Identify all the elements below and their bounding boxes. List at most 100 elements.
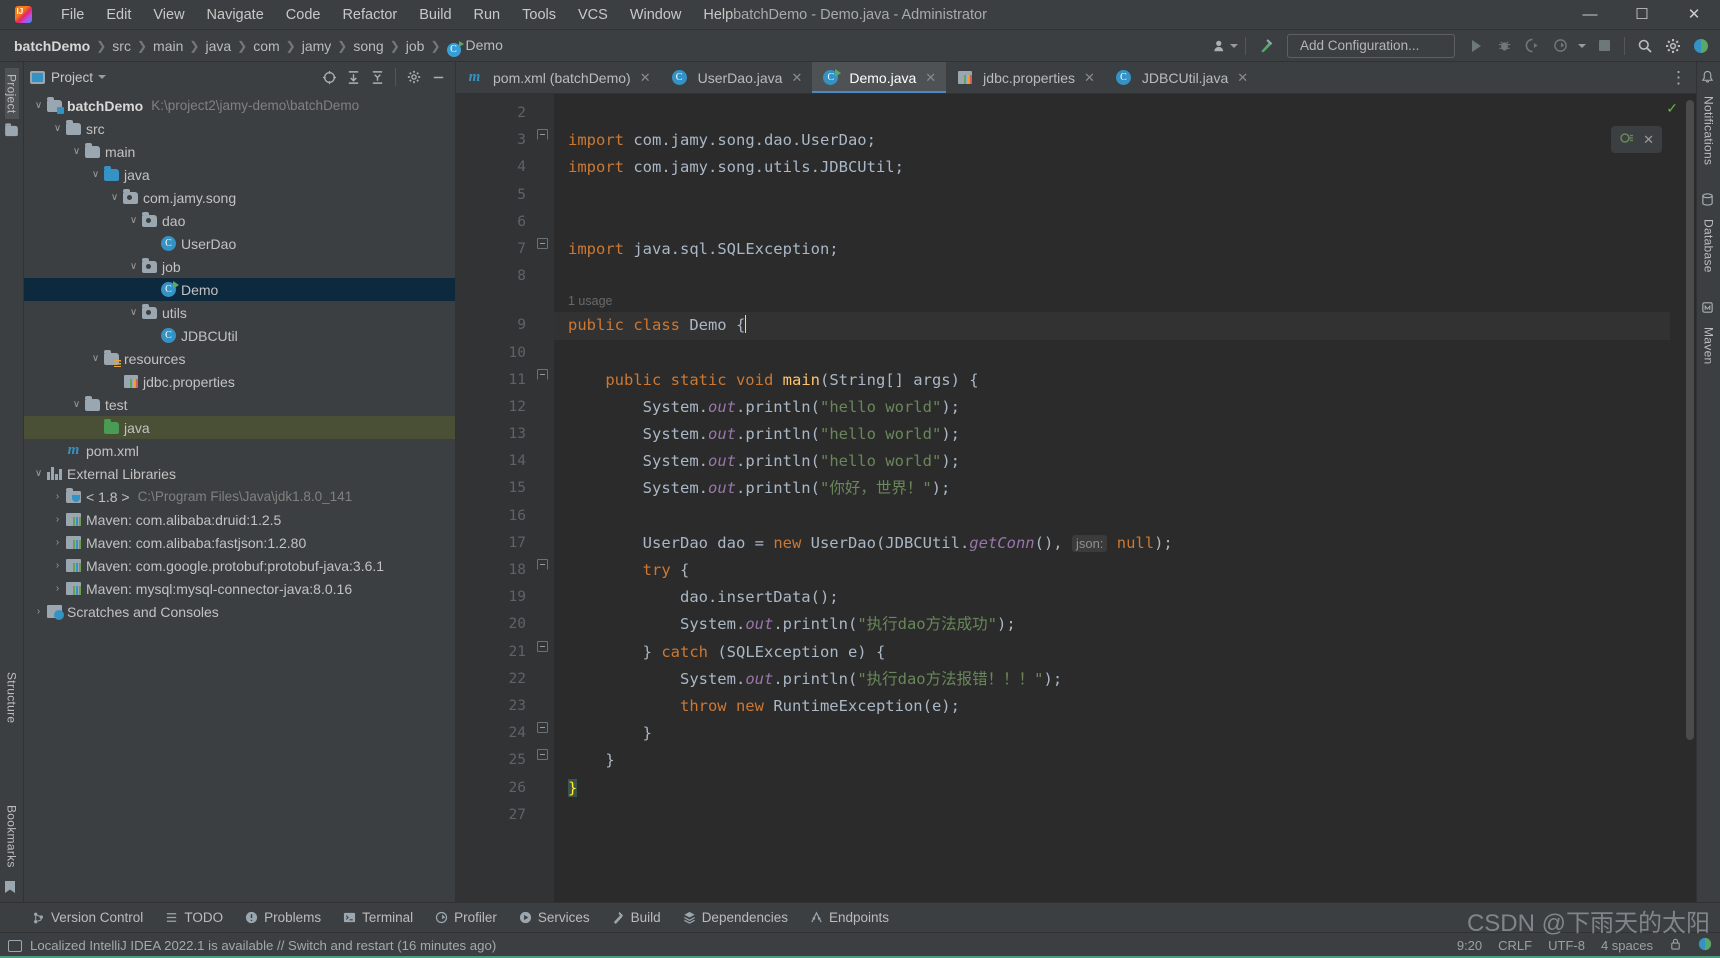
code-line[interactable]: dao.insertData(); (554, 584, 1670, 611)
breadcrumb-item-com[interactable]: com (249, 36, 283, 56)
fold-collapsed-icon[interactable] (537, 722, 548, 734)
scrollbar-thumb[interactable] (1686, 100, 1694, 740)
chevron-right-icon[interactable]: › (51, 537, 64, 548)
inspections-widget[interactable]: ✕ (1611, 126, 1662, 153)
breadcrumb-item-demo[interactable]: C Demo (443, 35, 507, 57)
code-line[interactable] (554, 100, 1670, 127)
menu-item-run[interactable]: Run (463, 4, 512, 26)
menu-item-edit[interactable]: Edit (95, 4, 142, 26)
chevron-down-icon[interactable]: ∨ (108, 192, 121, 203)
code-line[interactable]: UserDao dao = new UserDao(JDBCUtil.getCo… (554, 530, 1670, 557)
tool-window-button-terminal[interactable]: Terminal (333, 907, 423, 928)
fold-collapsed-icon[interactable] (537, 749, 548, 761)
editor-tab-jdbc.properties[interactable]: jdbc.properties ✕ (946, 62, 1105, 93)
expand-all-icon[interactable] (342, 66, 364, 88)
fold-expanded-icon[interactable] (537, 368, 548, 380)
code-text-area[interactable]: import com.jamy.song.dao.UserDao; import … (554, 94, 1670, 902)
code-line[interactable]: System.out.println("执行dao方法报错！！！"); (554, 666, 1670, 693)
chevron-down-icon[interactable] (93, 66, 111, 88)
code-line[interactable]: throw new RuntimeException(e); (554, 693, 1670, 720)
tree-item-com.jamy.song[interactable]: ∨ com.jamy.song (24, 186, 455, 209)
code-line[interactable]: System.out.println("你好，世界！"); (554, 475, 1670, 502)
chevron-down-icon[interactable]: ∨ (89, 169, 102, 180)
menu-item-view[interactable]: View (142, 4, 195, 26)
tree-item-job[interactable]: ∨ job (24, 255, 455, 278)
minimize-button[interactable]: — (1564, 0, 1616, 30)
tree-item-resources[interactable]: ∨ resources (24, 347, 455, 370)
notifications-bell-icon[interactable] (1701, 70, 1717, 84)
code-line[interactable]: System.out.println("hello world"); (554, 421, 1670, 448)
line-separator[interactable]: CRLF (1498, 938, 1532, 953)
tree-item-scratches-and-consoles[interactable]: › Scratches and Consoles (24, 600, 455, 623)
menu-item-help[interactable]: Help (692, 4, 744, 26)
profiler-icon[interactable] (1547, 33, 1573, 59)
stop-icon[interactable] (1591, 33, 1617, 59)
sidebar-item-project[interactable]: Project (4, 68, 19, 120)
code-line[interactable]: System.out.println("hello world"); (554, 448, 1670, 475)
editor-tab-demo.java[interactable]: C Demo.java ✕ (812, 62, 947, 93)
close-icon[interactable]: ✕ (925, 70, 936, 86)
code-line[interactable]: try { (554, 557, 1670, 584)
breadcrumb-item-main[interactable]: main (149, 36, 187, 56)
menu-item-refactor[interactable]: Refactor (331, 4, 408, 26)
status-message[interactable]: Localized IntelliJ IDEA 2022.1 is availa… (30, 938, 496, 953)
fold-expanded-icon[interactable] (537, 129, 548, 141)
code-line[interactable]: System.out.println("hello world"); (554, 394, 1670, 421)
ide-assistant-icon[interactable] (1698, 937, 1712, 954)
chevron-right-icon[interactable]: › (51, 583, 64, 594)
tree-item-utils[interactable]: ∨ utils (24, 301, 455, 324)
sidebar-item-maven[interactable]: Maven (1702, 321, 1716, 371)
lock-icon[interactable] (1669, 937, 1682, 954)
user-account-icon[interactable] (1212, 33, 1238, 59)
code-line[interactable] (554, 340, 1670, 367)
code-line[interactable]: import com.jamy.song.utils.JDBCUtil; (554, 154, 1670, 181)
tree-item-maven-mysql-mysql-connector-java-8.0.16[interactable]: › Maven: mysql:mysql-connector-java:8.0.1… (24, 577, 455, 600)
tree-item-batchdemo[interactable]: ∨ batchDemo K:\project2\jamy-demo\batchDem… (24, 94, 455, 117)
code-line[interactable]: } catch (SQLException e) { (554, 639, 1670, 666)
chevron-down-icon[interactable]: ∨ (51, 123, 64, 134)
chevron-down-icon[interactable]: ∨ (127, 215, 140, 226)
tree-item-maven-com.google.protobuf-protobuf-java-3.6.1[interactable]: › Maven: com.google.protobuf:protobuf-jav… (24, 554, 455, 577)
tool-window-button-services[interactable]: Services (509, 907, 600, 928)
breadcrumb-item-job[interactable]: job (402, 36, 429, 56)
tool-window-button-endpoints[interactable]: Endpoints (800, 907, 899, 928)
error-marker-bar[interactable]: ✓ (1666, 94, 1684, 902)
close-button[interactable]: ✕ (1668, 0, 1720, 30)
tree-item-jdbcutil[interactable]: C JDBCUtil (24, 324, 455, 347)
settings-gear-icon[interactable] (403, 66, 425, 88)
tree-item-external-libraries[interactable]: ∨ External Libraries (24, 462, 455, 485)
select-opened-file-icon[interactable] (318, 66, 340, 88)
hide-panel-icon[interactable] (427, 66, 449, 88)
fold-collapsed-icon[interactable] (537, 640, 548, 652)
inspection-status-icon[interactable]: ✓ (1666, 100, 1678, 117)
sidebar-item-database[interactable]: Database (1702, 213, 1716, 279)
chevron-right-icon[interactable]: › (51, 560, 64, 571)
sidebar-item-bookmarks[interactable]: Bookmarks (5, 799, 19, 874)
usage-inlay-hint[interactable]: 1 usage (554, 290, 1670, 312)
editor-tab-pom.xml-batchdemo-[interactable]: m pom.xml (batchDemo) ✕ (456, 62, 661, 93)
fold-collapsed-icon[interactable] (537, 237, 548, 249)
menu-item-code[interactable]: Code (275, 4, 332, 26)
maximize-button[interactable]: ☐ (1616, 0, 1668, 30)
close-icon[interactable]: ✕ (1643, 132, 1654, 148)
tree-item-test[interactable]: ∨ test (24, 393, 455, 416)
code-line[interactable]: import java.sql.SQLException; (554, 236, 1670, 263)
tool-window-button-problems[interactable]: Problems (235, 907, 331, 928)
tree-item-maven-com.alibaba-druid-1.2.5[interactable]: › Maven: com.alibaba:druid:1.2.5 (24, 508, 455, 531)
code-line[interactable]: System.out.println("执行dao方法成功"); (554, 611, 1670, 638)
menu-item-navigate[interactable]: Navigate (196, 4, 275, 26)
menu-item-vcs[interactable]: VCS (567, 4, 619, 26)
maven-icon[interactable] (1701, 301, 1717, 315)
tree-item-java[interactable]: java (24, 416, 455, 439)
run-configuration-selector[interactable]: Add Configuration... (1287, 33, 1455, 58)
chevron-right-icon[interactable]: › (51, 514, 64, 525)
editor-scrollbar[interactable] (1684, 94, 1696, 902)
fold-expanded-icon[interactable] (537, 559, 548, 570)
tool-window-button-build[interactable]: Build (602, 907, 671, 928)
breadcrumb-item-song[interactable]: song (349, 36, 387, 56)
breadcrumb-item-batchdemo[interactable]: batchDemo (10, 36, 94, 56)
collapse-all-icon[interactable] (366, 66, 388, 88)
code-line[interactable] (554, 263, 1670, 290)
tree-item-main[interactable]: ∨ main (24, 140, 455, 163)
breadcrumb-item-jamy[interactable]: jamy (298, 36, 336, 56)
